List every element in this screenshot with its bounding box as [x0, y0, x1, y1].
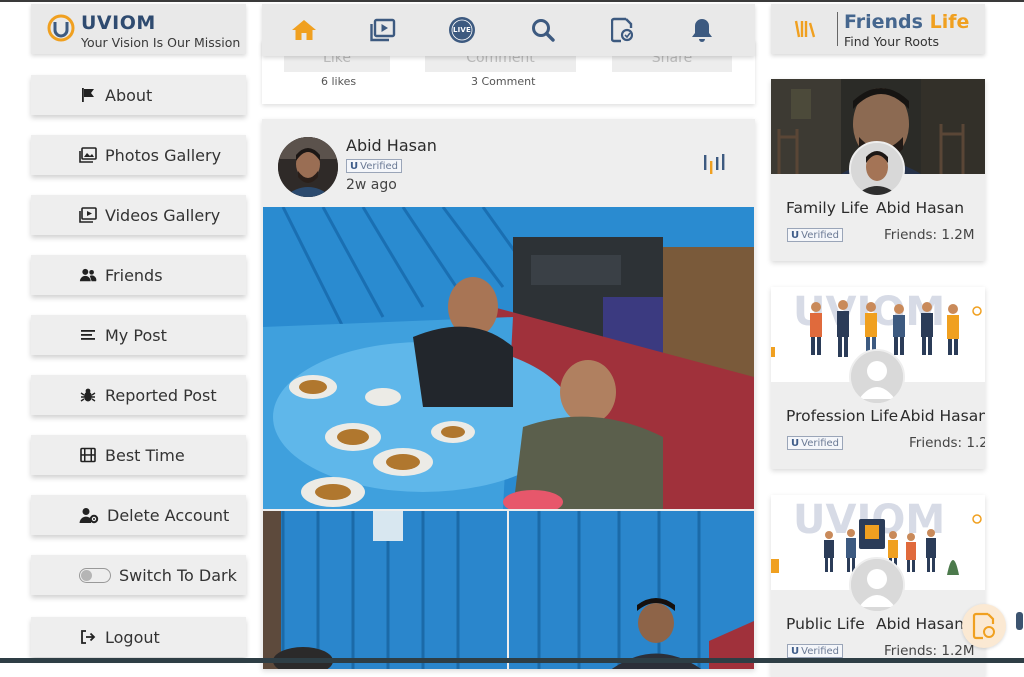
- public-card-avatar-placeholder[interactable]: [849, 557, 905, 613]
- brand-tagline: Your Vision Is Our Mission: [81, 35, 241, 50]
- verified-mark: U: [791, 229, 800, 241]
- videos-icon: [79, 206, 97, 224]
- card-life-label: Profession Life: [786, 407, 899, 425]
- list-icon: [79, 326, 97, 344]
- sidebar-item-videos-gallery[interactable]: Videos Gallery: [31, 195, 246, 235]
- sidebar-item-label: Reported Post: [105, 385, 217, 405]
- post-photo-second[interactable]: [263, 511, 507, 669]
- window-top-border: [0, 0, 1024, 2]
- verified-badge: U Verified: [787, 228, 844, 242]
- sidebar-item-best-time[interactable]: Best Time: [31, 435, 246, 475]
- uviom-logo-icon: [47, 14, 75, 42]
- friends-life-logo-icon: [794, 20, 816, 38]
- logout-icon: [79, 628, 97, 646]
- card-life-label: Family Life: [786, 199, 869, 217]
- verified-mark: U: [791, 645, 800, 657]
- life-card-profession[interactable]: UVIOM Profession Life Abid Hasan U Verif…: [771, 287, 985, 469]
- film-icon: [79, 446, 97, 464]
- friends-icon: [79, 266, 97, 284]
- family-card-avatar[interactable]: [849, 141, 905, 197]
- comments-count[interactable]: 3 Comment: [471, 75, 535, 88]
- sidebar-item-label: Photos Gallery: [105, 145, 222, 165]
- sidebar-item-label: Videos Gallery: [105, 205, 221, 225]
- brand-name: UVIOM: [81, 12, 156, 34]
- bug-icon: [79, 386, 97, 404]
- sidebar-item-friends[interactable]: Friends: [31, 255, 246, 295]
- life-card-family[interactable]: Family Life Abid Hasan U Verified Friend…: [771, 79, 985, 261]
- sidebar-item-logout[interactable]: Logout: [31, 617, 246, 657]
- live-icon[interactable]: LIVE: [448, 16, 476, 44]
- video-play-icon[interactable]: [369, 16, 397, 44]
- sidebar-item-about[interactable]: About: [31, 75, 246, 115]
- live-label: LIVE: [452, 26, 472, 34]
- bell-icon[interactable]: [688, 16, 716, 44]
- post-author-name[interactable]: Abid Hasan: [346, 136, 437, 155]
- friends-life-title: Friends Life: [844, 11, 969, 33]
- title-life: Life: [929, 11, 970, 33]
- sidebar-item-switch-to-dark[interactable]: Switch To Dark: [31, 555, 246, 595]
- post-photo-main[interactable]: [263, 207, 754, 509]
- top-navigation: LIVE: [262, 4, 755, 56]
- flag-icon: [79, 86, 97, 104]
- friends-life-header[interactable]: Friends Life Find Your Roots: [771, 4, 985, 54]
- likes-count[interactable]: 6 likes: [321, 75, 356, 88]
- verified-badge: U Verified: [787, 436, 844, 450]
- friends-life-subtitle: Find Your Roots: [844, 34, 940, 49]
- header-divider: [837, 12, 838, 46]
- scrollbar-thumb[interactable]: [1016, 612, 1023, 630]
- verified-label: Verified: [801, 645, 840, 657]
- verified-badge: U Verified: [787, 644, 844, 658]
- post-card: Abid Hasan U Verified 2w ago: [262, 119, 755, 669]
- sidebar-item-label: Logout: [105, 627, 160, 647]
- author-avatar[interactable]: [278, 137, 338, 197]
- home-icon[interactable]: [290, 16, 318, 44]
- card-friends-count: Friends: 1.2M: [884, 643, 975, 659]
- verified-mark: U: [791, 437, 800, 449]
- life-card-public[interactable]: UVIOM Public Life Abid Hasan U Verified …: [771, 495, 985, 677]
- sidebar-item-label: Best Time: [105, 445, 185, 465]
- verified-label: Verified: [801, 229, 840, 241]
- card-friends-count: Friends: 1.2M: [884, 227, 975, 243]
- notes-icon: [972, 612, 995, 640]
- brand-header[interactable]: UVIOM Your Vision Is Our Mission: [31, 4, 246, 54]
- sidebar-item-label: About: [105, 85, 153, 105]
- card-life-label: Public Life: [786, 615, 865, 633]
- verified-badge: U Verified: [346, 159, 403, 173]
- post-photo-third[interactable]: [509, 511, 754, 669]
- search-icon[interactable]: [529, 16, 557, 44]
- card-name: Abid Hasan: [876, 199, 965, 217]
- sidebar-item-label: Friends: [105, 265, 163, 285]
- sidebar-item-label: Delete Account: [107, 505, 230, 525]
- photos-icon: [79, 146, 97, 164]
- card-friends-count: Friends: 1.2M: [909, 435, 985, 451]
- sidebar-item-label: Switch To Dark: [119, 565, 237, 585]
- sidebar-item-photos-gallery[interactable]: Photos Gallery: [31, 135, 246, 175]
- verified-label: Verified: [801, 437, 840, 449]
- verified-label: Verified: [360, 160, 399, 172]
- post-time: 2w ago: [346, 177, 397, 193]
- sidebar-item-label: My Post: [105, 325, 167, 345]
- notes-fab-button[interactable]: [962, 604, 1006, 648]
- sidebar-item-delete-account[interactable]: Delete Account: [31, 495, 246, 535]
- title-friends: Friends: [844, 11, 923, 33]
- user-gear-icon: [79, 506, 99, 524]
- dark-mode-toggle[interactable]: [79, 567, 111, 583]
- verified-mark: U: [350, 160, 359, 172]
- bottom-border: [0, 658, 1024, 663]
- sidebar-item-my-post[interactable]: My Post: [31, 315, 246, 355]
- notes-icon[interactable]: [608, 16, 636, 44]
- post-options-icon[interactable]: [702, 153, 726, 175]
- card-name: Abid Hasan: [900, 407, 985, 425]
- sidebar-item-reported-post[interactable]: Reported Post: [31, 375, 246, 415]
- profession-card-avatar-placeholder[interactable]: [849, 349, 905, 405]
